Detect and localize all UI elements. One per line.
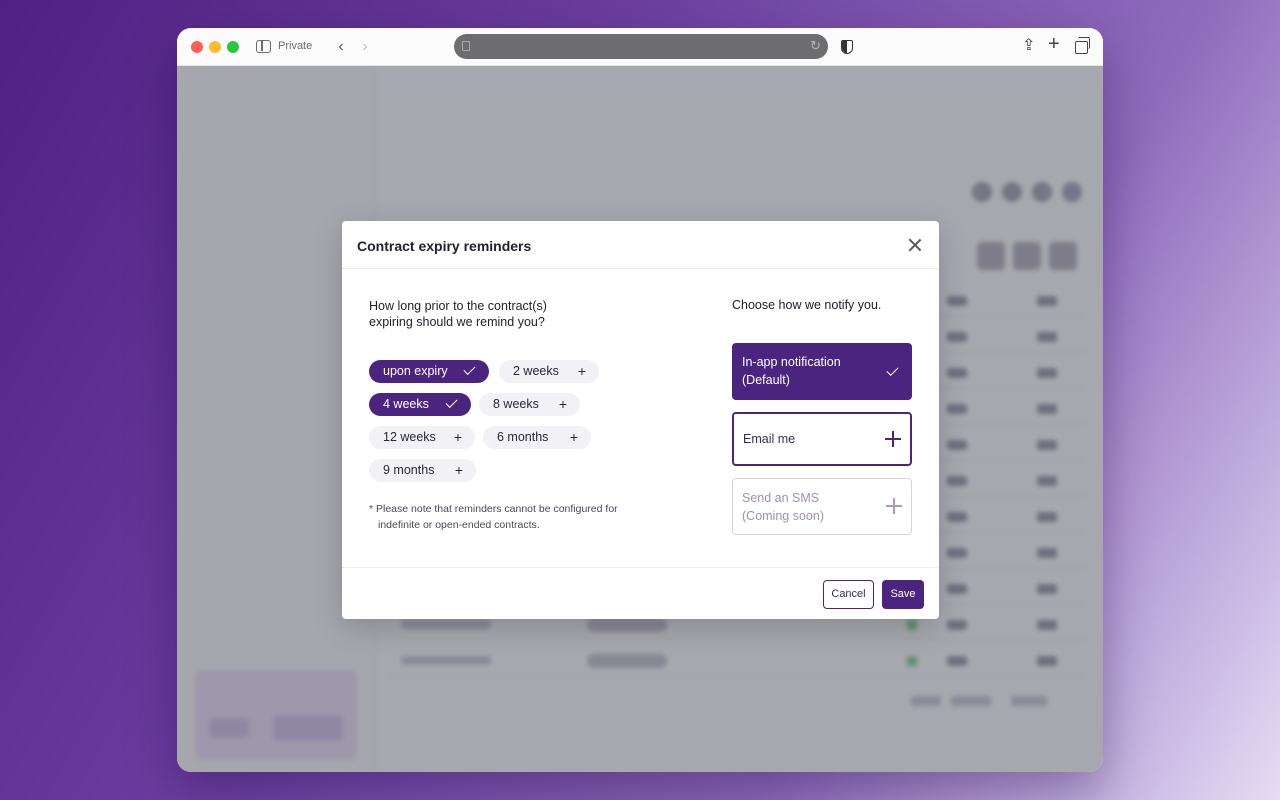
option-email[interactable]: Email me xyxy=(732,412,912,466)
address-bar[interactable]: ↻ xyxy=(454,34,828,59)
plus-icon: + xyxy=(577,363,586,379)
private-label: Private xyxy=(278,40,313,52)
chip-upon-expiry[interactable]: upon expiry xyxy=(369,360,489,383)
option-sms[interactable]: Send an SMS (Coming soon) xyxy=(732,478,912,535)
chip-label: upon expiry xyxy=(383,364,448,378)
chip-label: 4 weeks xyxy=(383,397,429,411)
app-viewport: Contract expiry reminders How long prior… xyxy=(177,66,1103,772)
back-icon[interactable]: ‹ xyxy=(332,38,350,56)
forward-icon[interactable]: › xyxy=(356,38,374,56)
plus-icon: + xyxy=(454,462,463,478)
option-in-app-notification[interactable]: In-app notification (Default) xyxy=(732,343,912,400)
modal-title: Contract expiry reminders xyxy=(357,238,532,254)
option-label: In-app notification (Default) xyxy=(742,353,841,389)
plus-icon xyxy=(885,431,901,447)
chip-label: 9 months xyxy=(383,463,435,477)
chip-6-months[interactable]: 6 months + xyxy=(483,426,591,449)
reminders-modal: Contract expiry reminders How long prior… xyxy=(342,221,939,619)
sidebar-icon[interactable] xyxy=(256,40,271,53)
option-label-line-1: In-app notification xyxy=(742,355,841,369)
save-button[interactable]: Save xyxy=(882,580,924,609)
check-icon xyxy=(445,395,458,409)
check-icon xyxy=(463,362,476,376)
note-line-1: * Please note that reminders cannot be c… xyxy=(369,503,618,515)
modal-footer: Cancel Save xyxy=(342,567,939,619)
chip-label: 6 months xyxy=(497,430,549,444)
reminder-note: * Please note that reminders cannot be c… xyxy=(369,501,659,533)
plus-icon xyxy=(886,498,902,514)
chip-label: 12 weeks xyxy=(383,430,436,444)
minimize-window-icon[interactable] xyxy=(209,41,221,53)
close-icon[interactable] xyxy=(905,235,925,255)
chip-label: 2 weeks xyxy=(513,364,559,378)
maximize-window-icon[interactable] xyxy=(227,41,239,53)
plus-icon: + xyxy=(569,429,578,445)
note-line-2: indefinite or open-ended contracts. xyxy=(378,519,540,531)
cancel-button[interactable]: Cancel xyxy=(823,580,874,609)
option-label: Send an SMS (Coming soon) xyxy=(742,489,824,525)
plus-icon: + xyxy=(453,429,462,445)
notify-title: Choose how we notify you. xyxy=(732,298,882,312)
chip-4-weeks[interactable]: 4 weeks xyxy=(369,393,471,416)
browser-window: Private ‹ › ↻ ⇪ + Contract expiry remind… xyxy=(177,28,1103,772)
new-tab-icon[interactable]: + xyxy=(1048,34,1060,54)
shield-icon[interactable] xyxy=(841,40,853,54)
chip-8-weeks[interactable]: 8 weeks + xyxy=(479,393,580,416)
option-label: Email me xyxy=(743,432,796,446)
reminder-question: How long prior to the contract(s) expiri… xyxy=(369,299,547,329)
chip-2-weeks[interactable]: 2 weeks + xyxy=(499,360,599,383)
option-label-line-1: Send an SMS xyxy=(742,491,820,505)
option-label-line-2: (Default) xyxy=(742,373,790,387)
reload-icon[interactable]: ↻ xyxy=(810,38,821,54)
close-window-icon[interactable] xyxy=(191,41,203,53)
chip-12-weeks[interactable]: 12 weeks + xyxy=(369,426,475,449)
browser-titlebar: Private ‹ › ↻ ⇪ + xyxy=(177,28,1103,66)
chip-label: 8 weeks xyxy=(493,397,539,411)
chip-9-months[interactable]: 9 months + xyxy=(369,459,476,482)
plus-icon: + xyxy=(558,396,567,412)
modal-header: Contract expiry reminders xyxy=(342,221,939,269)
check-icon xyxy=(886,363,899,377)
share-icon[interactable]: ⇪ xyxy=(1022,37,1035,55)
option-label-line-2: (Coming soon) xyxy=(742,509,824,523)
page-icon xyxy=(462,41,470,51)
tabs-icon[interactable] xyxy=(1075,37,1090,54)
